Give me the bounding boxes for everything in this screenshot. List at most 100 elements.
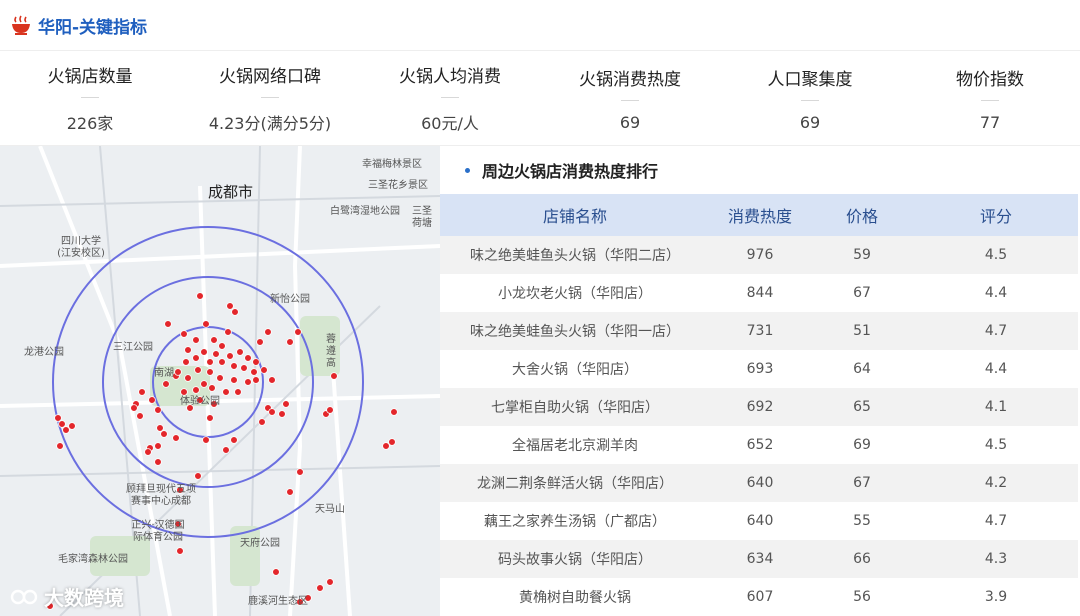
cell-heat: 844: [710, 274, 810, 312]
cell-price: 67: [810, 274, 914, 312]
kpi-avg-spend: 火锅人均消费 60元/人: [360, 51, 540, 145]
store-dot: [136, 412, 144, 420]
table-row[interactable]: 龙渊二荆条鲜活火锅（华阳店） 640 67 4.2: [440, 464, 1078, 502]
divider: [81, 97, 99, 98]
store-dot: [172, 434, 180, 442]
cell-store-name: 味之绝美蛙鱼头火锅（华阳一店）: [440, 312, 710, 350]
cell-price: 56: [810, 578, 914, 616]
brand-icon: [10, 589, 38, 604]
map-label-sansheng-huaxiang: 三圣花乡景区: [368, 180, 428, 191]
cell-score: 4.1: [914, 388, 1078, 426]
kpi-store-count: 火锅店数量 226家: [0, 51, 180, 145]
store-dot: [144, 448, 152, 456]
store-dot: [286, 488, 294, 496]
brand-name: 大数跨境: [44, 586, 124, 610]
hotpot-icon: [12, 15, 30, 35]
store-dot: [202, 320, 210, 328]
kpi-price-index: 物价指数 77: [900, 51, 1080, 145]
store-dot: [226, 352, 234, 360]
cell-store-name: 黄桷树自助餐火锅: [440, 578, 710, 616]
table-row[interactable]: 大舍火锅（华阳店） 693 64 4.4: [440, 350, 1078, 388]
divider: [981, 99, 999, 101]
kpi-label: 人口聚集度: [767, 69, 853, 90]
cell-score: 4.5: [914, 426, 1078, 464]
store-dot: [268, 376, 276, 384]
store-dot: [226, 302, 234, 310]
store-dot: [200, 348, 208, 356]
cell-store-name: 小龙坎老火锅（华阳店）: [440, 274, 710, 312]
store-dot: [316, 584, 324, 592]
cell-store-name: 码头故事火锅（华阳店）: [440, 540, 710, 578]
cell-price: 59: [810, 236, 914, 274]
kpi-label: 火锅消费热度: [579, 69, 681, 90]
cell-price: 67: [810, 464, 914, 502]
table-row[interactable]: 码头故事火锅（华阳店） 634 66 4.3: [440, 540, 1078, 578]
store-dot: [202, 436, 210, 444]
cell-score: 3.9: [914, 578, 1078, 616]
column-header-heat[interactable]: 消费热度: [710, 194, 810, 236]
table-row[interactable]: 藕王之家养生汤锅（广都店） 640 55 4.7: [440, 502, 1078, 540]
cell-store-name: 全福居老北京涮羊肉: [440, 426, 710, 464]
store-dot: [240, 364, 248, 372]
store-dot: [200, 380, 208, 388]
kpi-value: 60元/人: [421, 114, 479, 133]
table-header-row: 店铺名称 消费热度 价格 评分: [440, 194, 1078, 236]
column-header-price[interactable]: 价格: [810, 194, 914, 236]
map-label-tiyu-park: 体验公园: [180, 396, 220, 407]
cell-score: 4.3: [914, 540, 1078, 578]
kpi-value: 77: [979, 112, 1001, 132]
store-dot: [68, 422, 76, 430]
store-dot: [156, 424, 164, 432]
store-dot: [162, 380, 170, 388]
table-row[interactable]: 味之绝美蛙鱼头火锅（华阳二店） 976 59 4.5: [440, 236, 1078, 274]
table-row[interactable]: 七掌柜自助火锅（华阳店） 692 65 4.1: [440, 388, 1078, 426]
store-dot: [330, 372, 338, 380]
store-dot: [244, 378, 252, 386]
store-dot: [138, 388, 146, 396]
store-dot: [196, 292, 204, 300]
store-dot: [230, 376, 238, 384]
store-dot: [182, 358, 190, 366]
kpi-value: 4.23分(满分5分): [208, 114, 332, 133]
store-dot: [212, 350, 220, 358]
cell-store-name: 大舍火锅（华阳店）: [440, 350, 710, 388]
divider: [261, 97, 279, 98]
divider: [441, 97, 459, 98]
table-row[interactable]: 全福居老北京涮羊肉 652 69 4.5: [440, 426, 1078, 464]
store-dot: [174, 368, 182, 376]
table-row[interactable]: 味之绝美蛙鱼头火锅（华阳一店） 731 51 4.7: [440, 312, 1078, 350]
store-dot: [218, 342, 226, 350]
column-header-score[interactable]: 评分: [914, 194, 1078, 236]
store-dot: [326, 578, 334, 586]
table-row[interactable]: 黄桷树自助餐火锅 607 56 3.9: [440, 578, 1078, 616]
store-dot: [222, 446, 230, 454]
table-row[interactable]: 小龙坎老火锅（华阳店） 844 67 4.4: [440, 274, 1078, 312]
map-label-airport-highway: 蓉遵高: [326, 334, 336, 369]
brand-logo: 大数跨境: [10, 582, 124, 611]
cell-heat: 634: [710, 540, 810, 578]
kpi-label: 火锅人均消费: [399, 67, 501, 87]
store-dot: [258, 418, 266, 426]
page-title: 华阳-关键指标: [38, 17, 148, 38]
store-dot: [210, 336, 218, 344]
column-header-name[interactable]: 店铺名称: [440, 194, 710, 236]
store-dot: [180, 330, 188, 338]
store-dot: [176, 547, 184, 555]
store-dot: [236, 348, 244, 356]
cell-heat: 640: [710, 464, 810, 502]
kpi-consumption-heat: 火锅消费热度 69: [540, 51, 720, 145]
store-dot: [286, 338, 294, 346]
store-dot: [252, 376, 260, 384]
cell-price: 64: [810, 350, 914, 388]
store-map[interactable]: 成都市 幸福梅林景区 三圣花乡景区 白鹭湾湿地公园 三圣荷塘 四川大学(江安校区…: [0, 146, 440, 616]
map-label-sansheng-he: 三圣荷塘: [412, 206, 432, 229]
store-dot: [230, 362, 238, 370]
store-dot: [296, 468, 304, 476]
store-dot: [230, 436, 238, 444]
divider: [801, 99, 819, 101]
cell-heat: 731: [710, 312, 810, 350]
cell-price: 69: [810, 426, 914, 464]
map-label-tianfu-park: 天府公园: [240, 538, 280, 549]
store-dot: [206, 414, 214, 422]
store-dot: [326, 406, 334, 414]
